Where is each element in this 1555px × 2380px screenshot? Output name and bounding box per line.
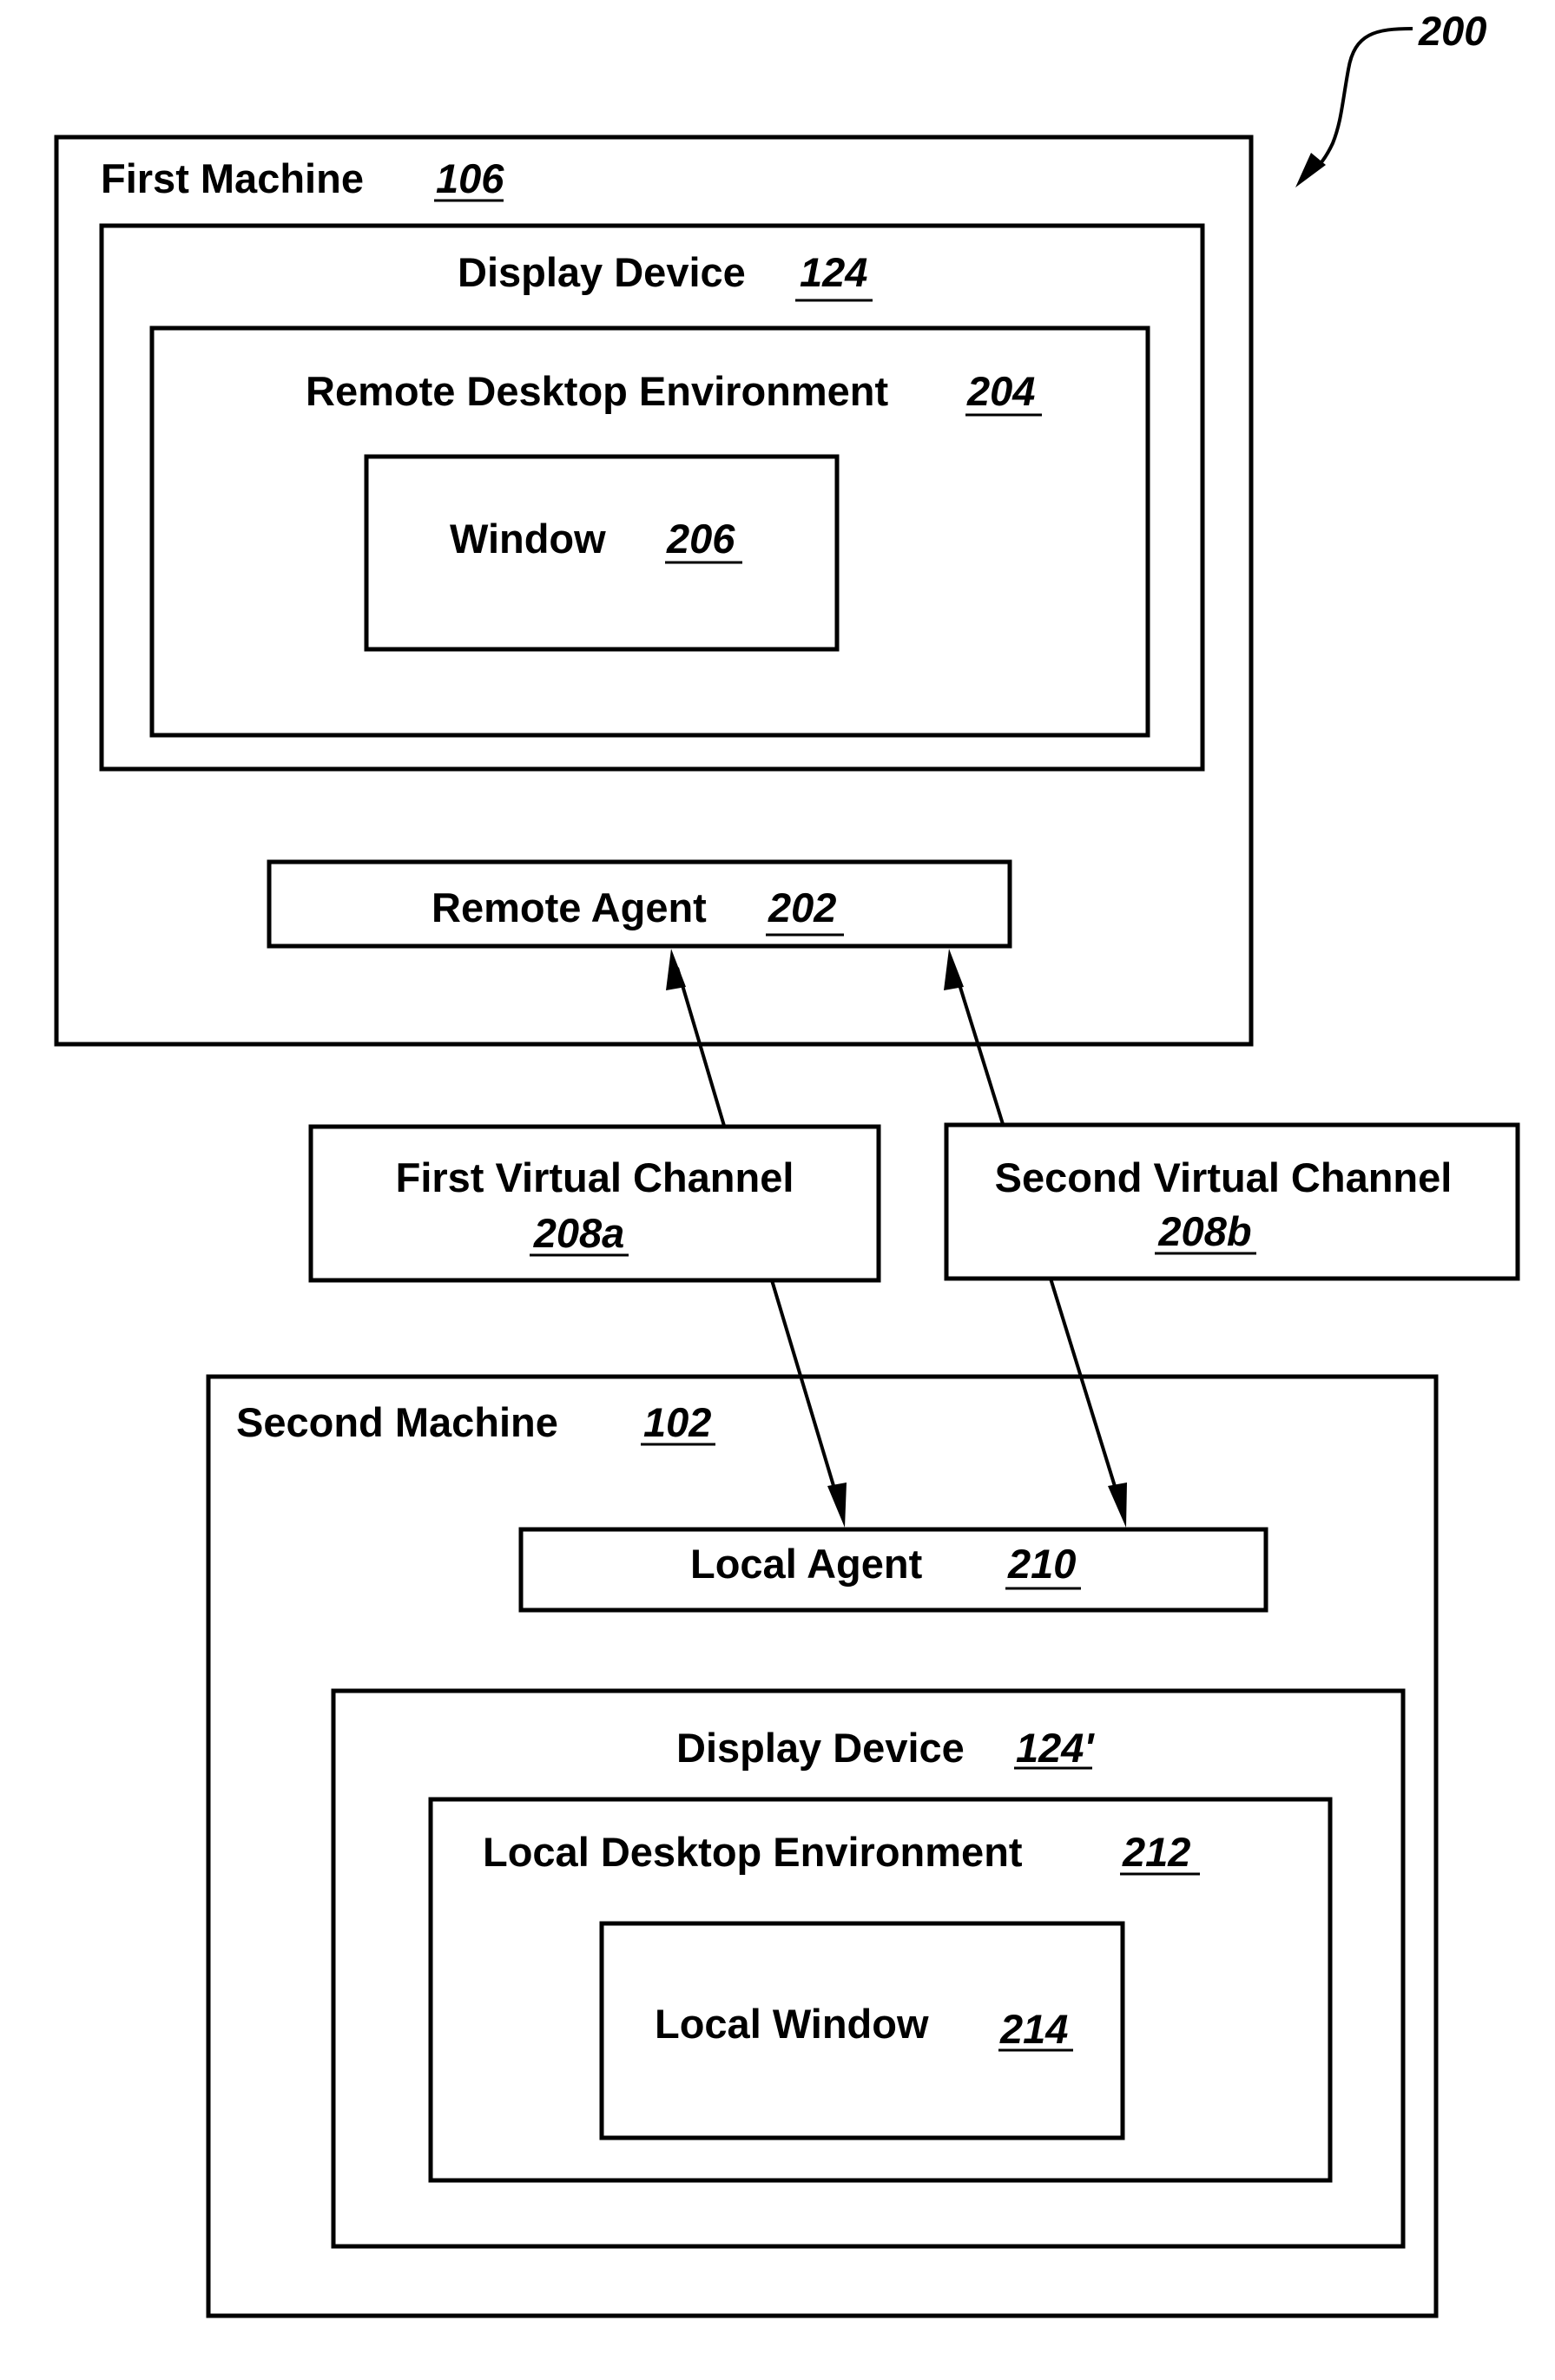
remote-desktop-environment-label: Remote Desktop Environment xyxy=(306,368,889,414)
local-display-device-label: Display Device xyxy=(676,1725,965,1771)
patent-diagram: 200 First Machine 106 Display Device 124… xyxy=(54,8,1520,2318)
local-desktop-environment-label: Local Desktop Environment xyxy=(483,1829,1023,1875)
window-label: Window xyxy=(450,516,606,562)
local-display-device-ref: 124' xyxy=(1016,1725,1095,1771)
local-window: Local Window 214 xyxy=(599,1921,1125,2140)
local-window-label: Local Window xyxy=(655,2001,929,2047)
remote-desktop-environment-ref: 204 xyxy=(966,368,1035,414)
second-virtual-channel-label: Second Virtual Channel xyxy=(995,1154,1453,1200)
local-agent-ref: 210 xyxy=(1007,1541,1076,1587)
figure-reference: 200 xyxy=(1295,8,1486,187)
second-machine: Second Machine 102 Local Agent 210 Displ… xyxy=(206,1374,1439,2318)
remote-agent: Remote Agent 202 xyxy=(267,859,1012,949)
second-machine-label: Second Machine xyxy=(236,1399,558,1445)
local-agent: Local Agent 210 xyxy=(518,1527,1268,1613)
local-agent-label: Local Agent xyxy=(690,1541,923,1587)
local-desktop-environment-ref: 212 xyxy=(1122,1829,1190,1875)
window-ref: 206 xyxy=(666,516,735,562)
first-virtual-channel-label: First Virtual Channel xyxy=(396,1154,794,1200)
second-machine-ref: 102 xyxy=(643,1399,711,1445)
second-virtual-channel: Second Virtual Channel 208b xyxy=(944,1122,1520,1281)
display-device-ref: 124 xyxy=(800,249,867,295)
second-virtual-channel-ref: 208b xyxy=(1157,1208,1251,1254)
first-virtual-channel-ref: 208a xyxy=(533,1210,625,1256)
remote-agent-label: Remote Agent xyxy=(432,884,707,930)
first-machine-label: First Machine xyxy=(101,155,364,201)
display-device-label: Display Device xyxy=(458,249,746,295)
second-virtual-channel-box xyxy=(944,1122,1520,1281)
remote-agent-ref: 202 xyxy=(768,884,836,930)
figure-ref-number: 200 xyxy=(1418,8,1486,54)
local-window-ref: 214 xyxy=(999,2006,1068,2052)
first-machine-ref: 106 xyxy=(436,155,504,201)
first-virtual-channel-box xyxy=(308,1124,881,1283)
first-virtual-channel: First Virtual Channel 208a xyxy=(308,1124,881,1283)
window-206: Window 206 xyxy=(364,454,840,652)
display-device-124-prime: Display Device 124' Local Desktop Enviro… xyxy=(331,1688,1406,2249)
first-machine: First Machine 106 Display Device 124 Rem… xyxy=(54,135,1254,1047)
figure-leader-arrowhead-icon xyxy=(1295,153,1326,187)
remote-desktop-environment: Remote Desktop Environment 204 Window 20… xyxy=(149,325,1150,738)
figure-leader-line xyxy=(1314,27,1413,171)
display-device-124: Display Device 124 Remote Desktop Enviro… xyxy=(99,223,1205,772)
local-desktop-environment: Local Desktop Environment 212 Local Wind… xyxy=(428,1797,1333,2183)
